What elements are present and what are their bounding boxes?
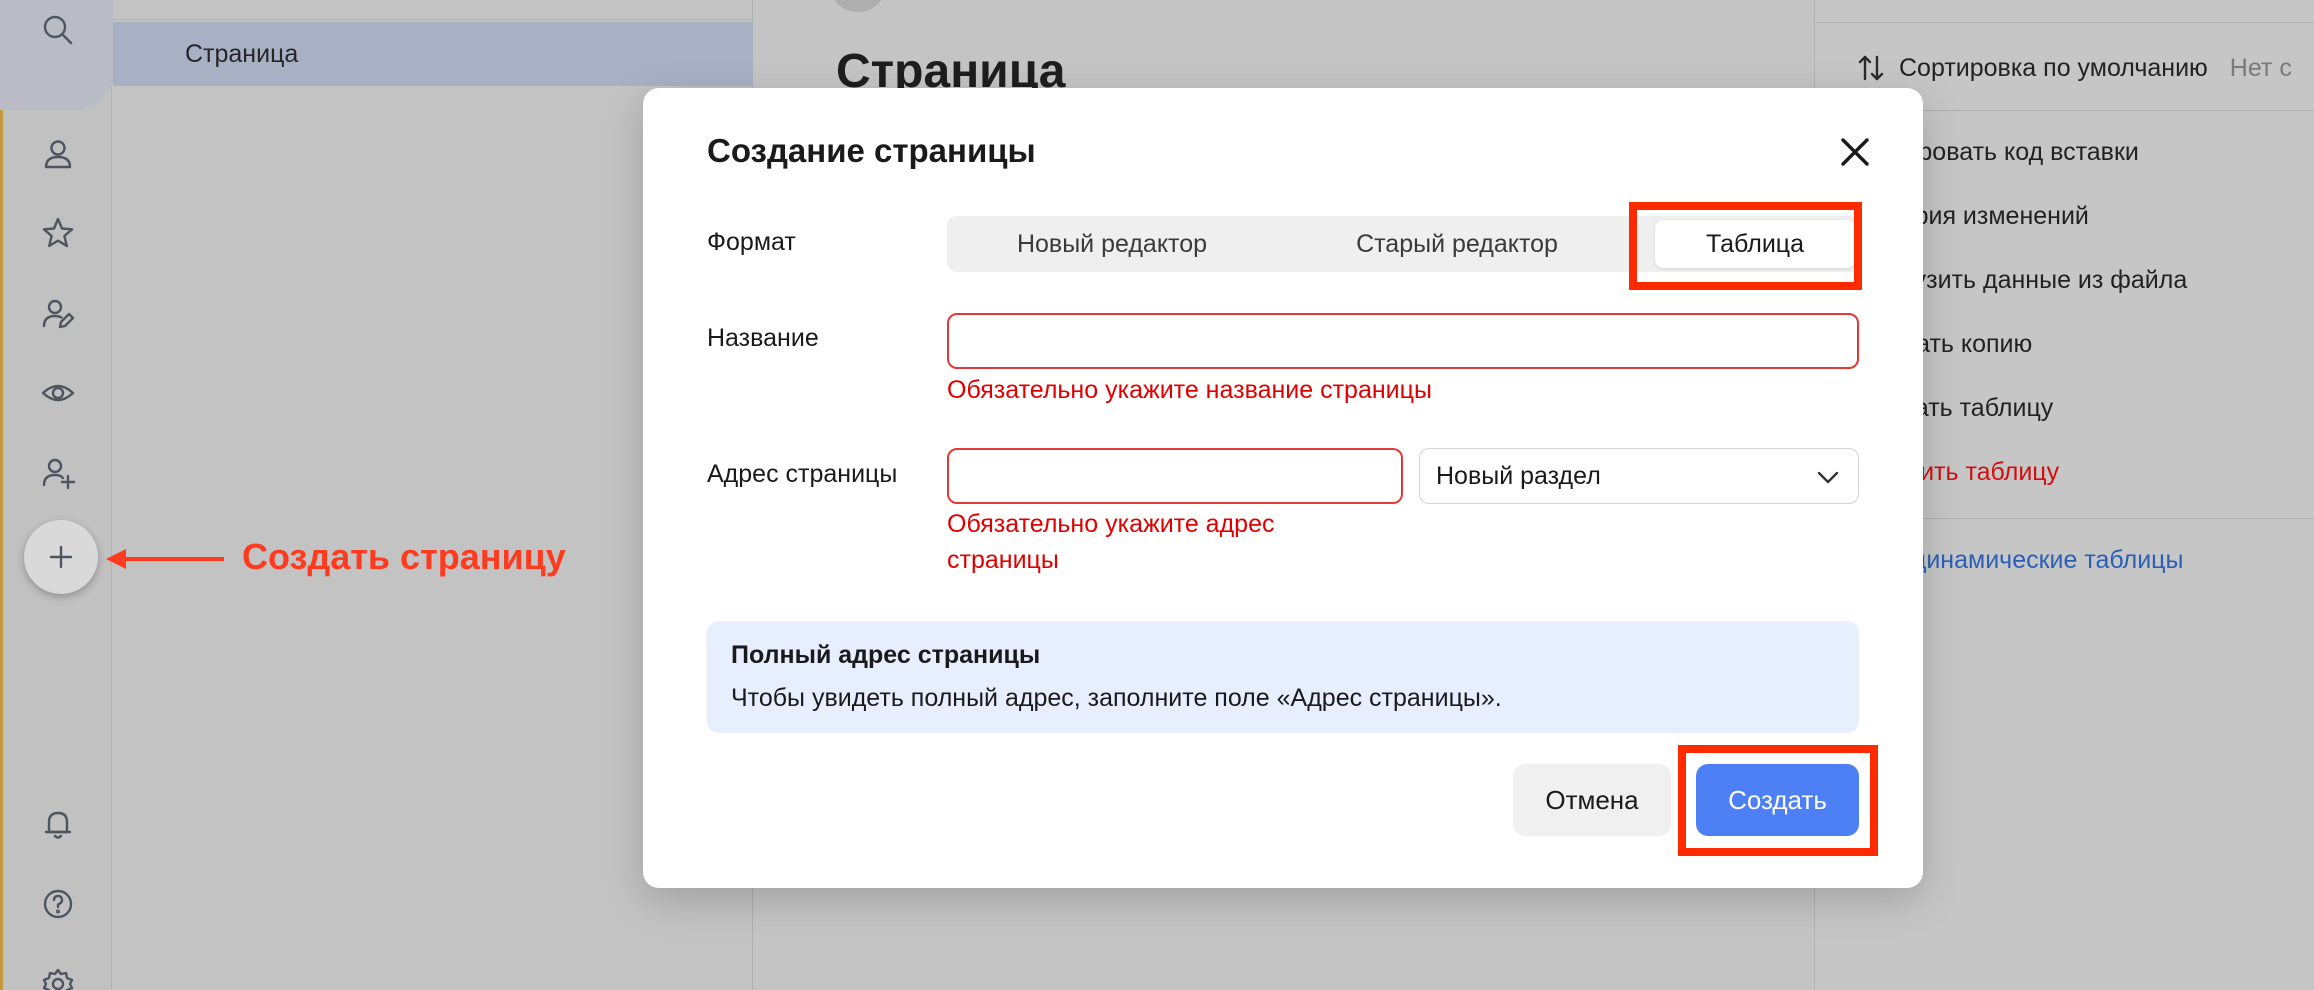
format-option-new-editor[interactable]: Новый редактор <box>947 216 1277 272</box>
notifications-button[interactable] <box>29 795 87 853</box>
tree-item-active[interactable]: Страница <box>113 22 753 86</box>
left-rail <box>0 0 115 990</box>
section-select[interactable]: Новый раздел <box>1419 448 1859 504</box>
gear-icon <box>42 968 74 990</box>
search-icon <box>43 15 73 45</box>
info-text: Чтобы увидеть полный адрес, заполните по… <box>731 684 1502 712</box>
user-icon <box>44 140 72 169</box>
add-user-icon <box>42 458 76 490</box>
close-button[interactable] <box>1837 134 1873 170</box>
name-error: Обязательно укажите название страницы <box>947 376 1432 404</box>
divider <box>1815 22 2314 23</box>
help-icon <box>43 889 73 919</box>
sort-icon <box>1858 55 1884 81</box>
highlight-create-button <box>1678 745 1878 856</box>
close-icon <box>1841 138 1869 166</box>
plus-icon <box>49 545 73 569</box>
tree-item-label: Страница <box>185 40 299 68</box>
format-label: Формат <box>707 228 796 256</box>
edit-user-icon <box>42 299 75 329</box>
full-address-info: Полный адрес страницы Чтобы увидеть полн… <box>707 621 1859 733</box>
cancel-button[interactable]: Отмена <box>1513 764 1671 836</box>
eye-icon <box>41 384 75 402</box>
invite-button[interactable] <box>29 444 87 502</box>
sort-value: Нет с <box>2229 53 2292 82</box>
dialog-title: Создание страницы <box>707 132 1036 169</box>
info-title: Полный адрес страницы <box>731 641 1041 669</box>
search-button[interactable] <box>29 1 87 59</box>
address-label: Адрес страницы <box>707 460 898 488</box>
chevron-down-icon <box>1814 463 1842 491</box>
annotation-label: Создать страницу <box>242 536 566 577</box>
author-avatar <box>832 0 884 12</box>
watched-button[interactable] <box>29 364 87 422</box>
create-page-button[interactable] <box>24 520 98 594</box>
address-input[interactable] <box>947 448 1403 504</box>
favorites-button[interactable] <box>29 204 87 262</box>
address-error-line-1: Обязательно укажите адрес <box>947 510 1275 538</box>
highlight-table-option <box>1629 202 1862 290</box>
settings-button[interactable] <box>29 955 87 990</box>
annotation-arrow <box>106 549 224 569</box>
tree-item-above[interactable] <box>113 0 753 20</box>
name-input[interactable] <box>947 313 1859 369</box>
star-icon <box>42 217 74 248</box>
bell-icon <box>44 811 72 839</box>
profile-button[interactable] <box>29 125 87 183</box>
menu-import-file[interactable]: агрузить данные из файла <box>1877 266 2187 295</box>
help-button[interactable] <box>29 875 87 933</box>
address-error-line-2: страницы <box>947 546 1059 574</box>
section-select-value: Новый раздел <box>1436 462 1601 490</box>
name-label: Название <box>707 324 819 352</box>
authored-button[interactable] <box>29 285 87 343</box>
sort-label: Сортировка по умолчанию <box>1899 53 2208 82</box>
format-option-old-editor[interactable]: Старый редактор <box>1277 216 1637 272</box>
create-page-dialog: Создание страницы Формат Новый редактор … <box>643 88 1923 888</box>
sort-control[interactable]: Сортировка по умолчанию Нет с <box>1855 52 2292 84</box>
